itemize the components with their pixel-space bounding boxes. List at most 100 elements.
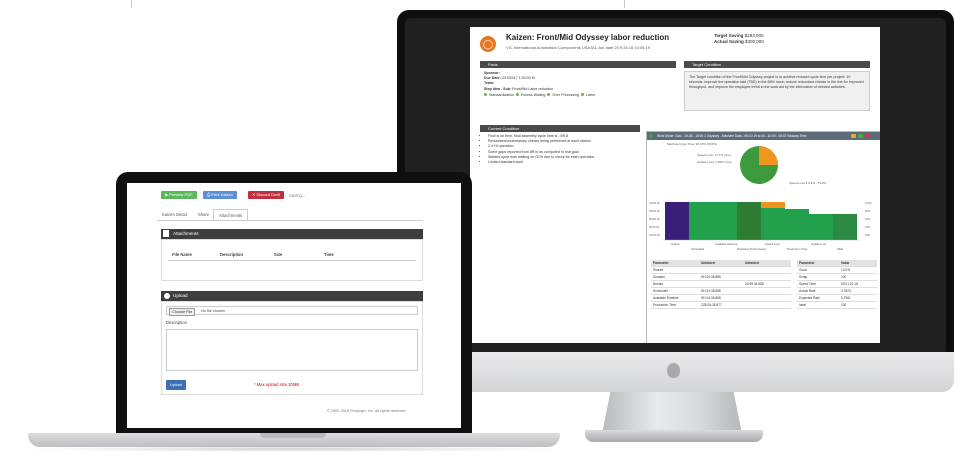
table-header: Value — [841, 261, 850, 265]
tag-labor: Labor — [586, 92, 596, 97]
description-label: Description — [166, 320, 187, 325]
bar-downtime — [737, 202, 761, 240]
laptop-screen: ▶ Preview PDF ⎙ Print Kaizen ✕ Discard D… — [127, 183, 461, 428]
pie-label-speed: Speed Loss: 1.77% (nne) — [697, 153, 731, 157]
window-status-icon — [649, 134, 653, 138]
bar-speed-loss — [761, 208, 785, 240]
footer-copyright: © 2002-2018 Shopogix, Inc. All rights re… — [327, 409, 406, 413]
current-condition-list: Flow is on time, final assembly cycle ti… — [474, 134, 595, 165]
machine-time-table: Parameter Unfolded Unfolded Shared Duratio… — [651, 260, 791, 309]
parameter-table: Parameter Value Good 12.0% Scrap 100 Speed … — [797, 260, 877, 309]
upload-icon — [164, 293, 170, 299]
bar-label: Quality Loss — [811, 242, 827, 246]
y-left-tick: 55100.00 — [649, 209, 660, 213]
bar-performance — [785, 209, 809, 240]
oee-window[interactable]: Work Mode: Calc - 19-08 - 10:00:1 Odysse… — [646, 131, 880, 343]
upload-header: Upload — [161, 291, 423, 301]
y-left-tick: 22200.00 — [649, 201, 660, 205]
actual-saving-value: $300,000 — [745, 39, 764, 44]
y-right-tick: 60% — [865, 217, 871, 221]
table-row: Good 12.0% — [797, 267, 877, 274]
oee-window-titlebar: Work Mode: Calc - 19-08 - 10:00:1 Odysse… — [647, 132, 880, 140]
target-saving-value: $283,000 — [744, 33, 764, 38]
pie-label-machine: Machine Cycle Time: 96.47% (OCPS) — [667, 142, 717, 146]
y-right-tick: 40% — [865, 225, 871, 229]
kaizen-title: Kaizen: Front/Mid Odyssey labor reductio… — [506, 33, 670, 42]
current-item: Limited standard work — [488, 160, 595, 165]
tag-over-processing: Over Processing — [552, 92, 579, 97]
no-file-text: No file chosen — [201, 308, 226, 313]
table-row: Scheduled HH:24:38.888 — [651, 288, 791, 295]
bar-label: Scheduled — [691, 247, 705, 251]
file-input[interactable]: Choose File No file chosen — [166, 306, 418, 316]
table-row: Actual Rate 0.7823 — [797, 288, 877, 295]
bar-label: Downtime Performance — [737, 247, 767, 251]
savings-summary: Target Saving $283,000 Actual Saving $30… — [714, 33, 764, 45]
preview-pdf-button[interactable]: ▶ Preview PDF — [161, 191, 197, 199]
step-label: Step Idea - Sub: — [484, 86, 512, 91]
pie-label-loss: Speed Loss 1 3.4% - 73.3% — [789, 181, 827, 185]
guide-line-left — [131, 0, 132, 8]
table-divider — [168, 260, 416, 261]
apple-logo-icon — [667, 363, 680, 378]
table-row: Scrap 100 — [797, 274, 877, 281]
target-saving-label: Target Saving — [714, 33, 744, 38]
table-row: Ideal 100 — [797, 302, 877, 309]
choose-file-button[interactable]: Choose File — [169, 308, 196, 316]
monitor-screen: ◯ Kaizen: Front/Mid Odyssey labor reduct… — [470, 27, 880, 343]
pie-slice-speed-loss — [759, 146, 778, 165]
bar-scheduled — [689, 202, 713, 240]
oee-pie-chart: Machine Cycle Time: 96.47% (OCPS) Speed … — [667, 142, 827, 185]
col-time: Time — [324, 252, 334, 257]
facts-panel-header: Facts — [480, 61, 676, 68]
oee-bar-chart: 22200.00 55100.00 80000.00 00:00.00 4210… — [649, 201, 872, 251]
due-date-label: Due Date: — [484, 76, 501, 81]
team-label: Team: — [484, 81, 495, 86]
bar-quality-loss — [809, 214, 833, 240]
table-row: Breaks 24:98 34.888 — [651, 281, 791, 288]
y-right-tick: 100% — [865, 201, 872, 205]
table-row: Speed Time 00:01:22:18 — [797, 281, 877, 288]
y-right-tick: 20% — [865, 233, 871, 237]
tag-standardization: Standardization — [489, 92, 514, 97]
saving-status: Saving... — [289, 193, 306, 198]
tab-divider — [157, 220, 423, 221]
pie-label-quality: Quality Loss: 1.35% (nne) — [697, 160, 732, 164]
table-row: Duration HH:24:38.888 — [651, 274, 791, 281]
kaizen-subtitle: VIC International Automation Components … — [506, 45, 650, 50]
actual-saving-label: Actual Saving — [714, 39, 744, 44]
laptop-shadow — [20, 446, 568, 452]
target-panel-header: Target Condition — [684, 61, 870, 68]
facts-panel: Sponsor: Due Date: 2/19/2017 1:00:00 M T… — [484, 71, 595, 98]
bar-production-time — [833, 214, 857, 240]
y-right-tick: 80% — [865, 209, 871, 213]
table-row: Production Time ZZ8:26:38.877 — [651, 302, 791, 309]
table-header: Parameter — [653, 261, 669, 265]
tab-share[interactable]: Share — [193, 209, 214, 220]
table-row: Shared — [651, 267, 791, 274]
upload-button[interactable]: Upload — [166, 380, 187, 390]
current-panel-header: Current Condition — [480, 125, 640, 132]
upload-panel: Choose File No file chosen Description U… — [161, 301, 423, 395]
y-left-tick: 80000.00 — [649, 217, 660, 221]
maximize-icon[interactable] — [858, 134, 863, 138]
col-description: Description — [220, 252, 244, 257]
max-size-note: * Max upload size 20MB — [254, 382, 300, 387]
y-left-tick: 00:00.00 — [649, 225, 660, 229]
print-kaizen-button[interactable]: ⎙ Print Kaizen — [203, 191, 237, 199]
close-icon[interactable] — [865, 134, 870, 138]
table-header: Unfolded — [701, 261, 715, 265]
discard-draft-button[interactable]: ✕ Discard Draft — [248, 191, 284, 199]
description-textarea[interactable] — [166, 329, 418, 371]
minimize-icon[interactable] — [851, 134, 856, 138]
bar-output — [665, 202, 689, 240]
bar-label: Available Runtime — [715, 242, 738, 246]
attachments-header: Attachments — [161, 229, 423, 239]
table-header: Parameter — [799, 261, 815, 265]
bar-label: OEE — [837, 247, 843, 251]
bar-label: Output — [671, 242, 680, 246]
tab-kaizen-detail[interactable]: Kaizen Detail — [157, 209, 192, 220]
tag-excess-waiting: Excess Waiting — [520, 92, 546, 97]
monitor-stand-foot — [585, 430, 763, 442]
table-header: Unfolded — [745, 261, 759, 265]
